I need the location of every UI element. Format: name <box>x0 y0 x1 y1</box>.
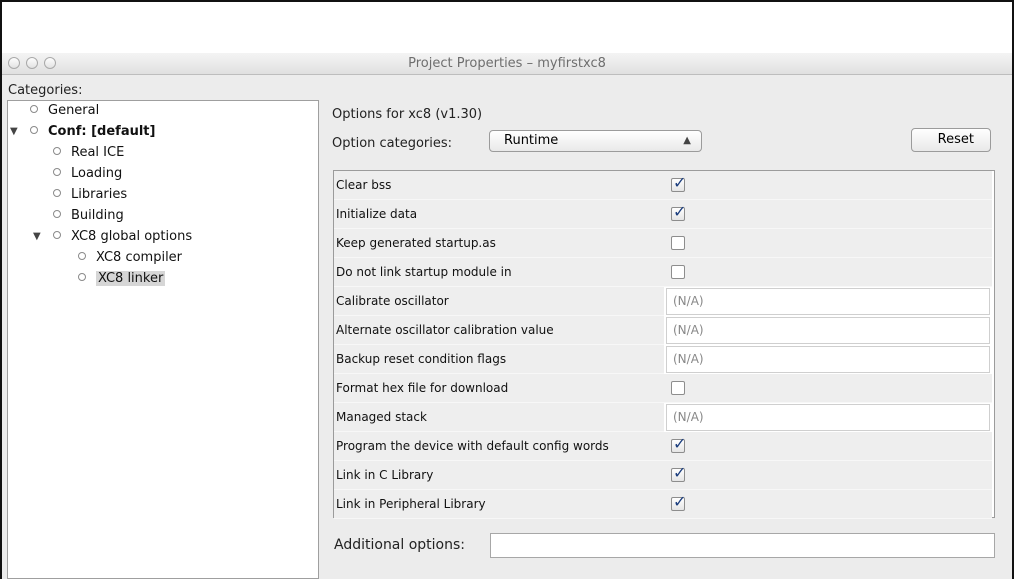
unchecked-checkbox[interactable] <box>671 265 685 279</box>
options-header: Options for xc8 (v1.30) <box>332 107 483 122</box>
tree-item[interactable]: ▼ XC8 global options <box>33 227 193 247</box>
option-label: Do not link startup module in <box>334 258 664 287</box>
checked-checkbox[interactable] <box>671 492 686 511</box>
checked-checkbox[interactable] <box>671 434 686 453</box>
option-label: Backup reset condition flags <box>334 345 664 374</box>
option-label: Keep generated startup.as <box>334 229 664 258</box>
tree-item-label: Real ICE <box>71 145 125 160</box>
updown-arrows-icon: ▲ <box>683 135 691 146</box>
tree-item[interactable]: Building <box>53 206 124 226</box>
tree-item-label: XC8 compiler <box>96 250 183 265</box>
option-value-cell <box>664 490 992 519</box>
tree-item[interactable]: Loading <box>53 164 122 184</box>
option-label: Initialize data <box>334 200 664 229</box>
option-text-value: (N/A) <box>673 323 704 337</box>
option-row: Managed stack (N/A) <box>334 403 994 432</box>
node-bullet-icon <box>53 230 61 239</box>
additional-options-label: Additional options: <box>334 537 466 553</box>
reset-button[interactable]: Reset <box>911 128 991 152</box>
option-text-value: (N/A) <box>673 352 704 366</box>
option-row: Clear bss <box>334 171 994 200</box>
option-row: Format hex file for download <box>334 374 994 403</box>
tree-item[interactable]: Real ICE <box>53 143 124 163</box>
option-text-field[interactable]: (N/A) <box>666 288 990 315</box>
tree-item-label: Building <box>71 208 124 223</box>
tree-item[interactable]: Libraries <box>53 185 127 205</box>
tree-item-label: XC8 global options <box>71 229 193 244</box>
option-row: Backup reset condition flags (N/A) <box>334 345 994 374</box>
categories-label: Categories: <box>8 83 83 98</box>
tree-item-label: General <box>48 103 100 118</box>
option-categories-select[interactable]: Runtime ▲ <box>489 130 702 152</box>
option-value-cell <box>664 171 992 200</box>
node-bullet-icon <box>53 209 61 218</box>
option-text-field[interactable]: (N/A) <box>666 317 990 344</box>
node-bullet-icon <box>30 104 38 113</box>
option-text-field[interactable]: (N/A) <box>666 346 990 373</box>
option-row: Link in C Library <box>334 461 994 490</box>
option-categories-label: Option categories: <box>332 136 453 151</box>
disclosure-triangle-icon[interactable]: ▼ <box>10 122 18 142</box>
option-text-value: (N/A) <box>673 294 704 308</box>
node-bullet-icon <box>30 125 38 134</box>
checked-checkbox[interactable] <box>671 463 686 482</box>
tree-item[interactable]: General <box>30 101 99 121</box>
tree-item-label: XC8 linker <box>96 271 166 286</box>
node-bullet-icon <box>53 188 61 197</box>
options-grid: Clear bssInitialize dataKeep generated s… <box>333 170 995 519</box>
node-bullet-icon <box>78 272 86 281</box>
option-row: Program the device with default config w… <box>334 432 994 461</box>
window-title: Project Properties – myfirstxc8 <box>408 56 606 71</box>
option-label: Alternate oscillator calibration value <box>334 316 664 345</box>
option-value-cell <box>664 432 992 461</box>
option-text-field[interactable]: (N/A) <box>666 404 990 431</box>
title-bar: Project Properties – myfirstxc8 <box>2 53 1012 75</box>
option-categories-value: Runtime <box>504 133 559 148</box>
tree-item[interactable]: XC8 linker <box>78 269 166 289</box>
disclosure-triangle-icon[interactable]: ▼ <box>33 227 41 247</box>
option-label: Format hex file for download <box>334 374 664 403</box>
node-bullet-icon <box>53 167 61 176</box>
unchecked-checkbox[interactable] <box>671 236 685 250</box>
node-bullet-icon <box>78 251 86 260</box>
option-value-cell <box>664 374 992 403</box>
option-label: Program the device with default config w… <box>334 432 664 461</box>
option-value-cell <box>664 258 992 287</box>
categories-tree[interactable]: General ▼ Conf: [default] Real ICE Loading Li… <box>7 100 319 579</box>
tree-item[interactable]: XC8 compiler <box>78 248 182 268</box>
option-row: Alternate oscillator calibration value (N… <box>334 316 994 345</box>
tree-item[interactable]: ▼ Conf: [default] <box>10 122 156 142</box>
node-bullet-icon <box>53 146 61 155</box>
dialog-body: Categories: General ▼ Conf: [default] Real … <box>2 75 1012 579</box>
option-value-cell <box>664 200 992 229</box>
option-row: Link in Peripheral Library <box>334 490 994 519</box>
unchecked-checkbox[interactable] <box>671 381 685 395</box>
option-row: Keep generated startup.as <box>334 229 994 258</box>
option-value-cell <box>664 229 992 258</box>
option-value-cell <box>664 461 992 490</box>
option-label: Calibrate oscillator <box>334 287 664 316</box>
option-row: Calibrate oscillator (N/A) <box>334 287 994 316</box>
option-row: Initialize data <box>334 200 994 229</box>
option-label: Link in C Library <box>334 461 664 490</box>
checked-checkbox[interactable] <box>671 202 686 221</box>
option-label: Managed stack <box>334 403 664 432</box>
tree-item-label: Libraries <box>71 187 128 202</box>
checked-checkbox[interactable] <box>671 173 686 192</box>
option-label: Link in Peripheral Library <box>334 490 664 519</box>
tree-item-label: Conf: [default] <box>48 124 156 139</box>
option-label: Clear bss <box>334 171 664 200</box>
option-row: Do not link startup module in <box>334 258 994 287</box>
additional-options-input[interactable] <box>490 533 995 558</box>
tree-item-label: Loading <box>71 166 123 181</box>
option-text-value: (N/A) <box>673 410 704 424</box>
